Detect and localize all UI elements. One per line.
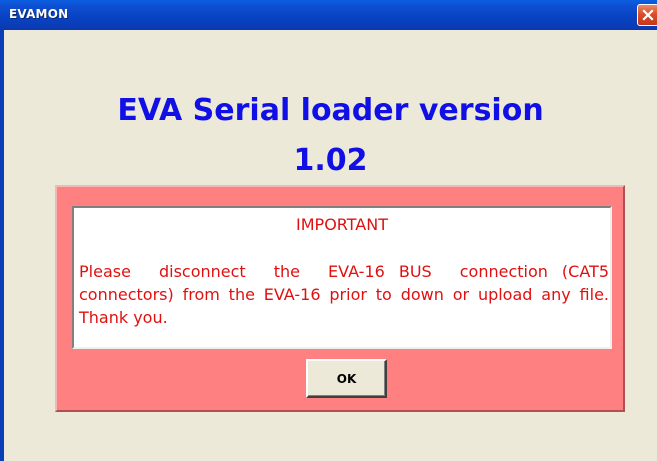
- close-icon: [642, 9, 654, 21]
- title-bar[interactable]: EVAMON: [0, 0, 657, 30]
- ok-button-label: OK: [336, 371, 357, 386]
- heading-line-1: EVA Serial loader version: [117, 93, 544, 128]
- app-heading: EVA Serial loader version 1.02: [4, 86, 657, 186]
- ok-button[interactable]: OK: [306, 359, 387, 398]
- heading-version: 1.02: [293, 143, 368, 178]
- notice-title: IMPORTANT: [296, 215, 388, 234]
- close-button[interactable]: [637, 4, 657, 26]
- notice-message: Please disconnect the EVA-16 BUS connect…: [79, 262, 609, 327]
- window-title: EVAMON: [9, 7, 69, 21]
- notice-box: IMPORTANT Please disconnect the EVA-16 B…: [72, 206, 612, 349]
